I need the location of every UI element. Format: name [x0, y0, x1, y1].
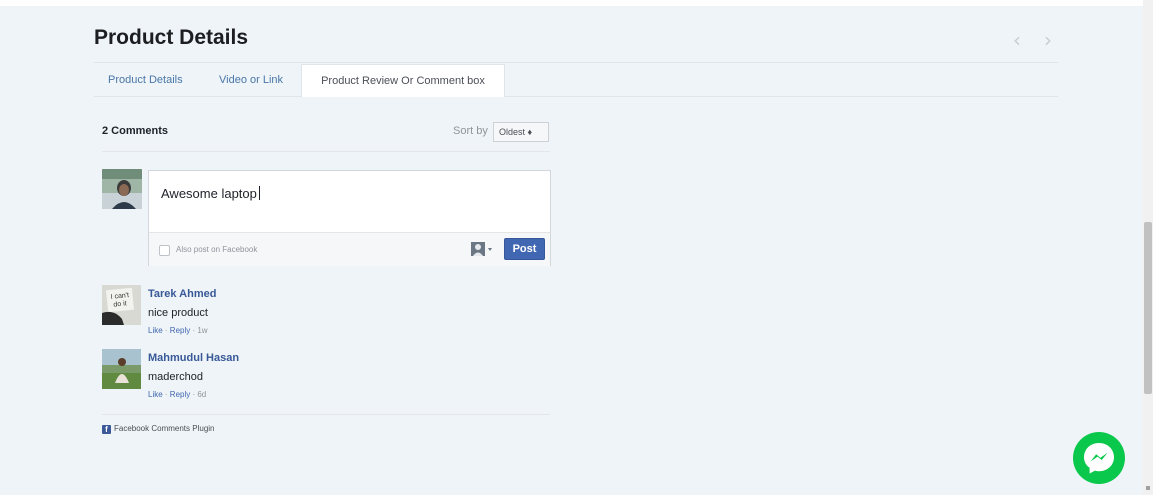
comment-input-value: Awesome laptop — [161, 186, 257, 201]
chevron-left-icon[interactable]: ‹ — [1013, 30, 1021, 50]
text-caret — [258, 186, 260, 200]
divider — [94, 62, 1058, 63]
comment-count: 2 Comments — [102, 125, 169, 137]
comment-actions: Like · Reply · 1w — [148, 326, 208, 335]
top-strip — [0, 0, 1153, 6]
plugin-label: Facebook Comments Plugin — [114, 424, 215, 433]
comment-age: 6d — [197, 390, 207, 399]
facebook-icon: f — [102, 425, 111, 434]
avatar[interactable] — [102, 349, 141, 389]
post-button[interactable]: Post — [504, 238, 545, 260]
messenger-icon — [1073, 432, 1125, 484]
scroll-down-arrow[interactable] — [1146, 486, 1150, 490]
user-picker-icon — [471, 242, 492, 256]
like-link[interactable]: Like — [148, 326, 163, 335]
identity-picker[interactable] — [469, 240, 495, 258]
also-post-label: Also post on Facebook — [176, 245, 258, 254]
reply-link[interactable]: Reply — [170, 326, 190, 335]
also-post-checkbox[interactable] — [159, 245, 170, 256]
tab-video-or-link[interactable]: Video or Link — [219, 64, 283, 96]
divider — [102, 414, 550, 415]
tabs-divider — [94, 96, 1058, 97]
comment-composer: Awesome laptop Also post on Facebook Pos… — [148, 170, 551, 266]
scrollbar-thumb[interactable] — [1144, 222, 1152, 394]
avatar[interactable]: I can't do it — [102, 285, 141, 325]
tab-product-review[interactable]: Product Review Or Comment box — [301, 64, 505, 97]
messenger-button[interactable] — [1073, 432, 1125, 484]
sort-label: Sort by — [453, 125, 488, 137]
comment-author[interactable]: Tarek Ahmed — [148, 288, 216, 300]
divider — [102, 151, 550, 152]
comment-author[interactable]: Mahmudul Hasan — [148, 352, 239, 364]
composer-footer: Also post on Facebook Post — [149, 232, 550, 266]
comment-text: maderchod — [148, 371, 204, 383]
comment-age: 1w — [197, 326, 208, 335]
avatar — [102, 169, 142, 209]
comment-item: I can't do it Tarek Ahmed nice product L… — [102, 285, 542, 345]
comment-actions: Like · Reply · 6d — [148, 390, 207, 399]
section-title: Product Details — [94, 26, 249, 49]
tab-product-details[interactable]: Product Details — [108, 64, 183, 96]
comment-input[interactable]: Awesome laptop — [161, 186, 260, 201]
svg-text:do it: do it — [113, 300, 127, 308]
like-link[interactable]: Like — [148, 390, 163, 399]
plugin-link[interactable]: f Facebook Comments Plugin — [102, 424, 215, 434]
comment-text: nice product — [148, 307, 208, 319]
chevron-right-icon[interactable]: › — [1044, 30, 1052, 50]
comment-item: Mahmudul Hasan maderchod Like · Reply · … — [102, 349, 542, 409]
sort-select[interactable]: Oldest ♦ — [493, 122, 549, 142]
reply-link[interactable]: Reply — [170, 390, 190, 399]
